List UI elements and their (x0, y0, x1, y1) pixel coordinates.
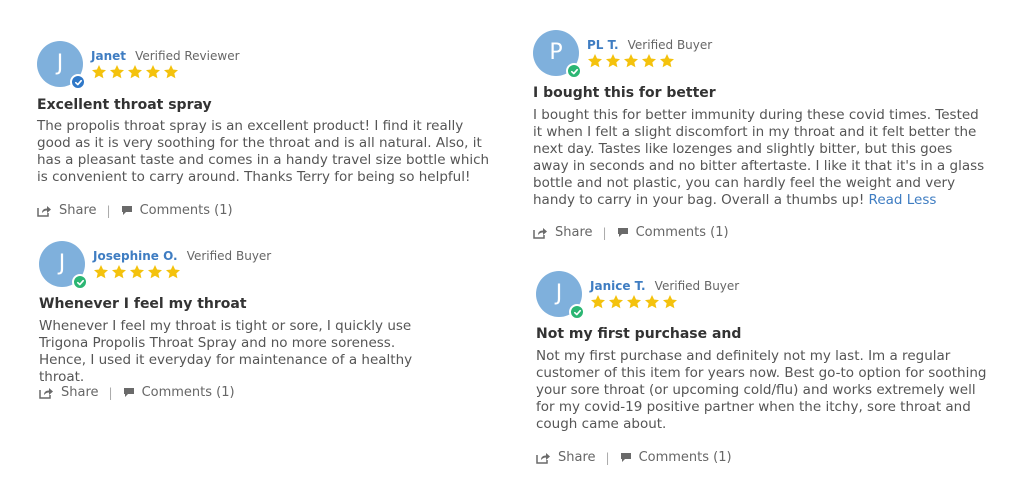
star-icon (112, 265, 126, 279)
star-icon (94, 265, 108, 279)
avatar: J (536, 271, 585, 320)
share-arrow-icon (533, 227, 547, 239)
avatar-initial: P (549, 40, 563, 65)
comments-button[interactable]: Comments (1) (617, 225, 729, 240)
avatar-initial: J (555, 281, 563, 306)
review-body-line: Whenever I feel my throat is tight or so… (39, 318, 412, 351)
share-arrow-icon (37, 205, 51, 217)
comment-bubble-icon (123, 388, 134, 397)
review-body: Not my first purchase and definitely not… (536, 348, 987, 432)
star-icon (660, 54, 674, 68)
reviewer-meta: Janice T. Verified Buyer (590, 275, 739, 294)
review-body: Whenever I feel my throat is tight or so… (39, 318, 459, 386)
star-icon (609, 295, 623, 309)
share-arrow-icon (536, 452, 550, 464)
comments-label: Comments (1) (141, 385, 235, 400)
review-body: The propolis throat spray is an excellen… (37, 118, 490, 185)
share-button[interactable]: Share (533, 225, 593, 240)
review-actions: Share | Comments (1) (533, 225, 729, 240)
avatar-initial: J (58, 251, 66, 276)
comments-button[interactable]: Comments (1) (123, 385, 235, 400)
comments-label: Comments (1) (139, 203, 233, 218)
reviewer-meta: Janet Verified Reviewer (91, 45, 240, 64)
star-icon (627, 295, 641, 309)
star-icon (663, 295, 677, 309)
review-title: I bought this for better (533, 85, 716, 101)
star-rating (93, 264, 183, 280)
star-icon (642, 54, 656, 68)
review-actions: Share | Comments (1) (536, 450, 732, 465)
reviewer-meta: PL T. Verified Buyer (587, 34, 712, 53)
avatar: P (533, 30, 582, 79)
divider: | (108, 385, 113, 400)
star-rating (590, 294, 680, 310)
avatar: J (39, 241, 88, 290)
avatar: J (37, 41, 86, 90)
comment-bubble-icon (121, 206, 132, 215)
star-icon (128, 65, 142, 79)
star-rating (587, 53, 677, 69)
star-icon (166, 265, 180, 279)
star-icon (92, 65, 106, 79)
review-body-container: I bought this for better immunity during… (533, 107, 988, 209)
avatar-initial: J (56, 51, 64, 76)
share-button[interactable]: Share (39, 385, 99, 400)
comments-button[interactable]: Comments (1) (121, 203, 233, 218)
divider: | (602, 225, 607, 240)
review-actions: Share | Comments (1) (37, 203, 233, 218)
star-icon (588, 54, 602, 68)
reviewer-name[interactable]: Josephine O. (93, 249, 178, 263)
review-actions: Share | Comments (1) (39, 385, 235, 400)
share-label: Share (555, 225, 593, 240)
star-icon (130, 265, 144, 279)
divider: | (106, 203, 111, 218)
share-label: Share (558, 450, 596, 465)
star-icon (591, 295, 605, 309)
star-icon (146, 65, 160, 79)
share-button[interactable]: Share (536, 450, 596, 465)
comments-label: Comments (1) (638, 450, 732, 465)
divider: | (605, 450, 610, 465)
share-label: Share (59, 203, 97, 218)
share-arrow-icon (39, 387, 53, 399)
star-rating (91, 64, 181, 80)
star-icon (645, 295, 659, 309)
star-icon (606, 54, 620, 68)
read-less-link[interactable]: Read Less (869, 192, 937, 208)
verified-check-icon (566, 63, 582, 79)
reviewer-status: Verified Buyer (186, 249, 272, 263)
share-button[interactable]: Share (37, 203, 97, 218)
star-icon (164, 65, 178, 79)
verified-check-icon (72, 274, 88, 290)
reviewer-name[interactable]: Janet (91, 49, 126, 63)
reviewer-status: Verified Buyer (654, 279, 740, 293)
star-icon (624, 54, 638, 68)
comments-label: Comments (1) (635, 225, 729, 240)
review-title: Not my first purchase and (536, 326, 742, 342)
verified-check-icon (569, 304, 585, 320)
reviewer-status: Verified Buyer (627, 38, 713, 52)
review-title: Whenever I feel my throat (39, 296, 247, 312)
star-icon (148, 265, 162, 279)
review-title: Excellent throat spray (37, 97, 212, 113)
star-icon (110, 65, 124, 79)
review-body-line: Hence, I used it everyday for maintenanc… (39, 352, 413, 385)
reviewer-meta: Josephine O. Verified Buyer (93, 245, 271, 264)
share-label: Share (61, 385, 99, 400)
reviewer-name[interactable]: Janice T. (590, 279, 646, 293)
comments-button[interactable]: Comments (1) (620, 450, 732, 465)
comment-bubble-icon (620, 453, 631, 462)
reviewer-name[interactable]: PL T. (587, 38, 619, 52)
verified-check-icon (70, 74, 86, 90)
reviewer-status: Verified Reviewer (135, 49, 240, 63)
comment-bubble-icon (617, 228, 628, 237)
